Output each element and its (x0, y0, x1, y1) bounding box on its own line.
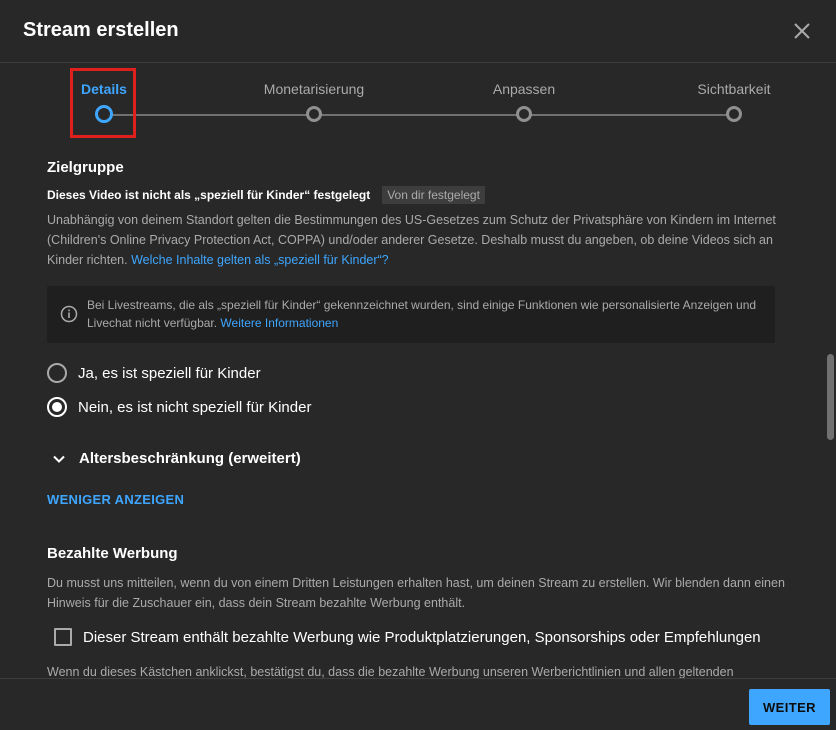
paid-promotion-checkbox[interactable] (54, 628, 72, 646)
step-visibility-label[interactable]: Sichtbarkeit (697, 81, 770, 97)
age-restriction-expander[interactable]: Altersbeschränkung (erweitert) (51, 450, 301, 467)
radio-button-no[interactable] (47, 397, 67, 417)
radio-made-for-kids-yes[interactable]: Ja, es ist speziell für Kinder (47, 363, 261, 383)
dialog-header: Stream erstellen (0, 0, 836, 63)
next-button[interactable]: WEITER (749, 689, 830, 725)
info-icon (60, 305, 78, 323)
close-icon[interactable] (791, 20, 813, 42)
radio-yes-label: Ja, es ist speziell für Kinder (78, 364, 261, 382)
dialog-content: Zielgruppe Dieses Video ist nicht als „s… (0, 150, 820, 678)
audience-status: Dieses Video ist nicht als „speziell für… (47, 186, 485, 204)
age-restriction-label: Altersbeschränkung (erweitert) (79, 450, 301, 467)
chevron-down-icon (51, 451, 67, 467)
create-stream-dialog: Stream erstellen Details Monetarisierung… (0, 0, 836, 730)
paid-promotion-checkbox-label: Dieser Stream enthält bezahlte Werbung w… (83, 628, 761, 646)
audience-title: Zielgruppe (47, 159, 124, 176)
radio-made-for-kids-no[interactable]: Nein, es ist nicht speziell für Kinder (47, 397, 311, 417)
paid-promotion-description: Du musst uns mitteilen, wenn du von eine… (47, 576, 785, 610)
dialog-title: Stream erstellen (23, 19, 179, 41)
paid-promotion-note: Wenn du dieses Kästchen anklickst, bestä… (47, 665, 734, 678)
show-less-button[interactable]: WENIGER ANZEIGEN (47, 492, 184, 507)
step-customize-dot[interactable] (516, 106, 532, 122)
highlight-annotation (70, 68, 136, 138)
dialog-footer: WEITER (0, 678, 836, 730)
step-visibility-dot[interactable] (726, 106, 742, 122)
paid-promotion-title: Bezahlte Werbung (47, 545, 178, 562)
info-box: Bei Livestreams, die als „speziell für K… (47, 286, 775, 343)
paid-promotion-checkbox-row[interactable]: Dieser Stream enthält bezahlte Werbung w… (54, 628, 761, 646)
radio-no-label: Nein, es ist nicht speziell für Kinder (78, 398, 312, 416)
scrollbar-thumb[interactable] (827, 354, 834, 440)
step-monetization-dot[interactable] (306, 106, 322, 122)
stepper-line (104, 114, 734, 116)
info-text: Bei Livestreams, die als „speziell für K… (87, 296, 767, 332)
made-for-kids-link[interactable]: Welche Inhalte gelten als „speziell für … (131, 253, 389, 267)
radio-button-yes[interactable] (47, 363, 67, 383)
step-customize-label[interactable]: Anpassen (493, 81, 555, 97)
audience-status-text: Dieses Video ist nicht als „speziell für… (47, 188, 371, 202)
audience-description: Unabhängig von deinem Standort gelten di… (47, 210, 787, 270)
info-text-body: Bei Livestreams, die als „speziell für K… (87, 298, 757, 330)
step-monetization-label[interactable]: Monetarisierung (264, 81, 364, 97)
more-info-link[interactable]: Weitere Informationen (220, 316, 338, 330)
set-by-you-chip: Von dir festgelegt (382, 186, 485, 204)
